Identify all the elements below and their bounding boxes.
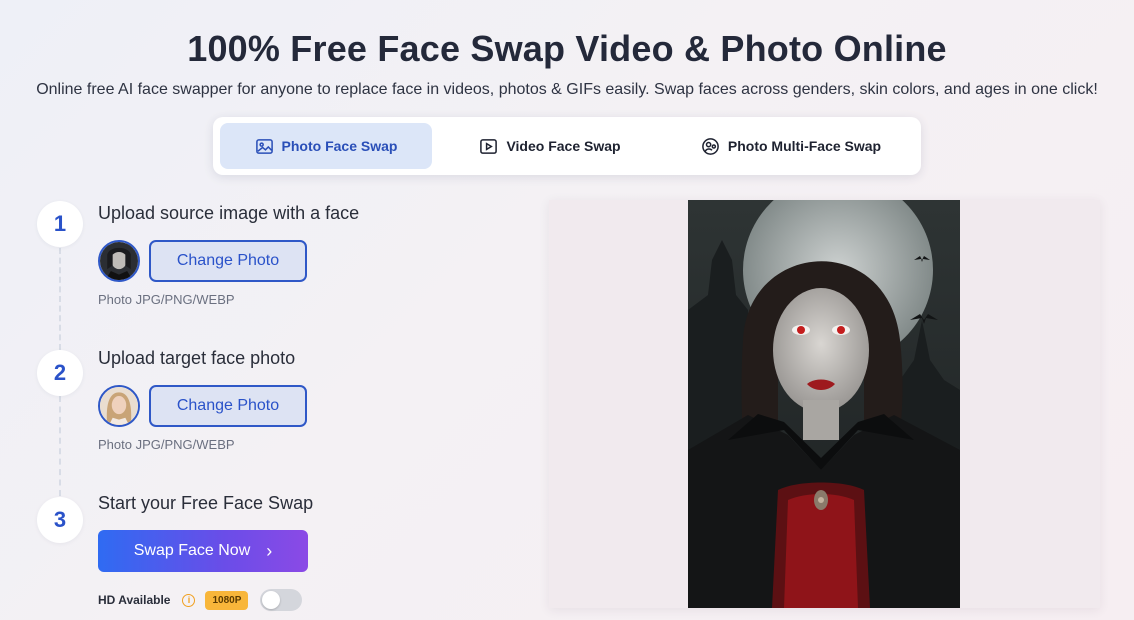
- page-title: 100% Free Face Swap Video & Photo Online: [187, 28, 947, 69]
- preview-panel: [549, 200, 1100, 608]
- tab-label: Video Face Swap: [506, 138, 621, 154]
- preview-image: [688, 200, 960, 608]
- step-connector: [59, 248, 61, 350]
- change-source-photo-button[interactable]: Change Photo: [149, 240, 307, 282]
- play-icon: [480, 138, 498, 154]
- resolution-badge: 1080P: [205, 590, 249, 610]
- tab-video-face-swap[interactable]: Video Face Swap: [432, 123, 668, 169]
- step-heading-3: Start your Free Face Swap: [98, 493, 314, 513]
- hd-option-row: HD Available i 1080P: [98, 588, 303, 612]
- swap-button-label: Swap Face Now: [133, 542, 251, 559]
- target-face-thumbnail: [98, 385, 140, 427]
- hd-toggle[interactable]: [260, 589, 303, 611]
- step-number-2: 2: [37, 350, 83, 396]
- swap-face-now-button[interactable]: Swap Face Now ›: [98, 530, 308, 572]
- tab-label: Photo Multi-Face Swap: [727, 138, 882, 154]
- tab-photo-multi-face-swap[interactable]: Photo Multi-Face Swap: [668, 123, 914, 169]
- tab-label: Photo Face Swap: [281, 138, 398, 154]
- swap-mode-tabs: Photo Face Swap Video Face Swap Photo Mu…: [213, 117, 921, 175]
- chevron-right-icon: ›: [266, 541, 273, 561]
- step-number-1: 1: [37, 201, 83, 247]
- format-note: Photo JPG/PNG/WEBP: [98, 437, 235, 452]
- source-image-thumbnail: [98, 240, 140, 282]
- image-icon: [255, 138, 273, 154]
- hd-label: HD Available: [98, 593, 171, 607]
- info-icon[interactable]: i: [182, 593, 196, 607]
- format-note: Photo JPG/PNG/WEBP: [98, 292, 235, 307]
- step-heading-2: Upload target face photo: [98, 348, 296, 368]
- step-heading-1: Upload source image with a face: [98, 203, 360, 223]
- step-number-3: 3: [37, 497, 83, 543]
- page-subtitle: Online free AI face swapper for anyone t…: [36, 81, 1098, 98]
- multi-face-icon: [702, 137, 719, 155]
- step-connector: [59, 396, 61, 496]
- tab-photo-face-swap[interactable]: Photo Face Swap: [220, 123, 432, 169]
- change-target-photo-button[interactable]: Change Photo: [149, 385, 307, 427]
